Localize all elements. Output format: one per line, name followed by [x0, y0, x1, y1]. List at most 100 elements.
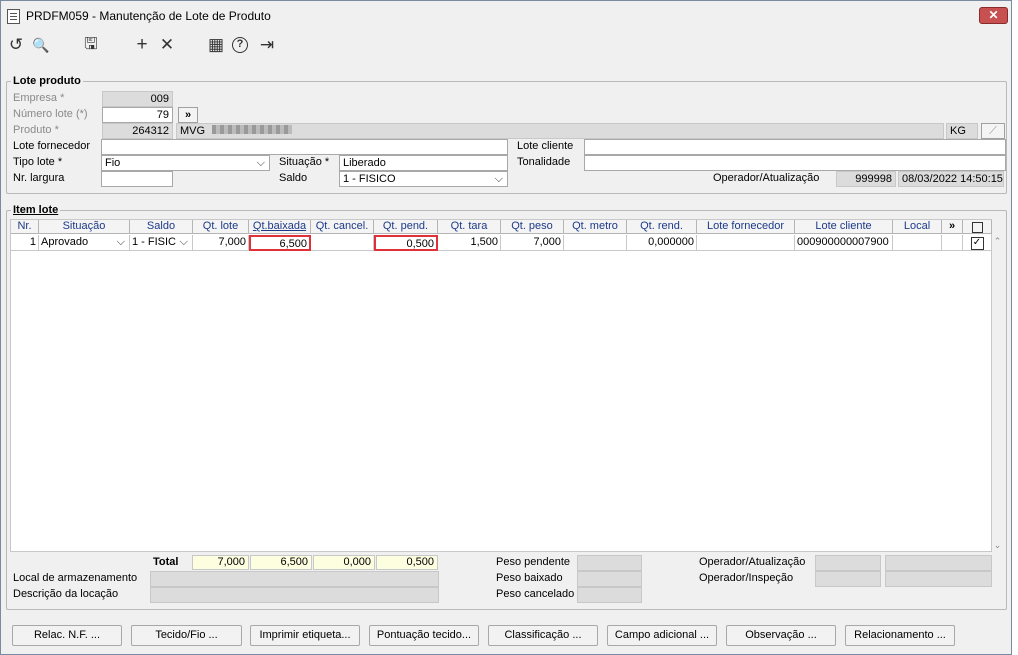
col-expand-button[interactable]: » [942, 220, 963, 234]
relac-nf-button[interactable]: Relac. N.F. ... [12, 625, 122, 646]
redacted-block [212, 125, 293, 134]
item-grid [10, 219, 992, 552]
campo-adicional-button[interactable]: Campo adicional ... [607, 625, 717, 646]
window-title: PRDFM059 - Manutenção de Lote de Produto [26, 9, 271, 23]
lote-fornecedor-label: Lote fornecedor [13, 140, 91, 152]
col-local[interactable]: Local [893, 220, 942, 234]
classificacao-button[interactable]: Classificação ... [488, 625, 598, 646]
operador-atualizacao-label: Operador/Atualização [713, 172, 820, 184]
armazenamento-field [150, 571, 439, 587]
col-nr[interactable]: Nr. [11, 220, 39, 234]
row-checkbox-cell[interactable]: ✓ [963, 235, 992, 251]
col-situacao[interactable]: Situação [39, 220, 130, 234]
col-qt-tara[interactable]: Qt. tara [438, 220, 501, 234]
lote-fornecedor-field[interactable] [101, 139, 508, 155]
undo-icon[interactable]: ↺ [6, 36, 26, 54]
armazenamento-label: Local de armazenamento [13, 572, 138, 584]
footer-operador-atualizacao-label: Operador/Atualização [699, 556, 806, 568]
document-icon [7, 9, 20, 24]
saldo-label: Saldo [279, 172, 308, 184]
col-qt-pend[interactable]: Qt. pend. [374, 220, 438, 234]
numero-lote-label: Número lote (*) [13, 108, 88, 120]
nr-largura-field[interactable] [101, 171, 173, 187]
row-qt-peso[interactable]: 7,000 [501, 235, 564, 251]
col-qt-cancel[interactable]: Qt. cancel. [311, 220, 374, 234]
col-select-all[interactable] [963, 220, 992, 234]
delete-icon[interactable]: ✕ [157, 36, 177, 54]
produto-desc-text: MVG [180, 125, 206, 137]
produto-edit-button[interactable]: ⟋ [981, 123, 1005, 139]
row-qt-tara[interactable]: 1,500 [438, 235, 501, 251]
lote-produto-legend: Lote produto [11, 75, 83, 87]
row-lote-fornecedor[interactable] [697, 235, 795, 251]
col-qt-peso[interactable]: Qt. peso [501, 220, 564, 234]
empresa-label: Empresa * [13, 92, 65, 104]
row-checkbox[interactable]: ✓ [970, 237, 984, 250]
total-qt-lote: 7,000 [192, 555, 249, 570]
pontuacao-tecido-button[interactable]: Pontuação tecido... [369, 625, 479, 646]
close-button[interactable]: ✕ [979, 7, 1008, 24]
scroll-up-icon[interactable]: ⌃ [992, 236, 1003, 250]
col-lote-fornecedor[interactable]: Lote fornecedor [697, 220, 795, 234]
col-qt-rend[interactable]: Qt. rend. [627, 220, 697, 234]
row-qt-lote[interactable]: 7,000 [193, 235, 249, 251]
row-qt-pend[interactable]: 0,500 [374, 235, 438, 251]
produto-label: Produto * [13, 124, 59, 136]
search-icon[interactable]: 🔍 [31, 36, 51, 54]
toolbar [1, 31, 1011, 61]
add-icon[interactable]: + [132, 35, 152, 54]
saldo-select[interactable]: 1 - FISICO [339, 171, 508, 187]
produto-unit-field: KG [946, 123, 978, 139]
lote-cliente-label: Lote cliente [517, 140, 574, 152]
help-icon[interactable]: ? [232, 37, 248, 53]
row-qt-metro[interactable] [564, 235, 627, 251]
produto-code-field: 264312 [102, 123, 173, 139]
footer-atualizacao-date-field [885, 555, 992, 571]
col-saldo[interactable]: Saldo [130, 220, 193, 234]
nr-largura-label: Nr. largura [13, 172, 65, 184]
numero-lote-field[interactable]: 79 [102, 107, 173, 123]
peso-baixado-field [577, 571, 642, 587]
lote-cliente-field[interactable] [584, 139, 1006, 155]
col-qt-lote[interactable]: Qt. lote [193, 220, 249, 234]
row-situacao-select[interactable]: Aprovado [39, 235, 130, 251]
relacionamento-button[interactable]: Relacionamento ... [845, 625, 955, 646]
atualizacao-date-field: 08/03/2022 14:50:15 [898, 171, 1004, 187]
item-lote-legend: Item lote [11, 204, 61, 216]
inspecao-date-field [885, 571, 992, 587]
locacao-label: Descrição da locação [13, 588, 119, 600]
tipo-lote-select[interactable]: Fio [101, 155, 270, 171]
scroll-down-icon[interactable]: ⌄ [992, 540, 1003, 554]
operador-field: 999998 [836, 171, 896, 187]
row-nr: 1 [11, 235, 39, 251]
row-qt-baixada[interactable]: 6,500 [249, 235, 311, 251]
total-label: Total [153, 556, 179, 568]
col-qt-metro[interactable]: Qt. metro [564, 220, 627, 234]
tecido-fio-button[interactable]: Tecido/Fio ... [131, 625, 242, 646]
row-lote-cliente[interactable]: 000900000007900 [795, 235, 893, 251]
row-local[interactable] [893, 235, 942, 251]
peso-cancelado-field [577, 587, 642, 603]
col-qt-baixada[interactable]: Qt.baixada [249, 220, 311, 234]
calendar-icon[interactable]: ▦ [206, 36, 226, 54]
imprimir-etiqueta-button[interactable]: Imprimir etiqueta... [250, 625, 360, 646]
tonalidade-field[interactable] [584, 155, 1006, 171]
peso-pendente-field [577, 555, 642, 571]
total-qt-cancel: 0,000 [313, 555, 375, 570]
peso-pendente-label: Peso pendente [496, 556, 571, 568]
save-icon[interactable]: 🖫 [81, 36, 101, 54]
observacao-button[interactable]: Observação ... [726, 625, 836, 646]
row-qt-rend[interactable]: 0,000000 [627, 235, 697, 251]
operador-inspecao-field [815, 571, 881, 587]
tonalidade-label: Tonalidade [517, 156, 571, 168]
col-lote-cliente[interactable]: Lote cliente [795, 220, 893, 234]
operador-inspecao-label: Operador/Inspeção [699, 572, 794, 584]
row-qt-cancel[interactable] [311, 235, 374, 251]
situacao-field[interactable]: Liberado [339, 155, 508, 171]
peso-cancelado-label: Peso cancelado [496, 588, 575, 600]
row-saldo-select[interactable]: 1 - FISIC [130, 235, 193, 251]
row-spacer [942, 235, 963, 251]
exit-icon[interactable]: ⇥ [257, 36, 277, 54]
expand-lote-button[interactable]: » [178, 107, 198, 123]
select-all-checkbox[interactable] [971, 222, 983, 233]
